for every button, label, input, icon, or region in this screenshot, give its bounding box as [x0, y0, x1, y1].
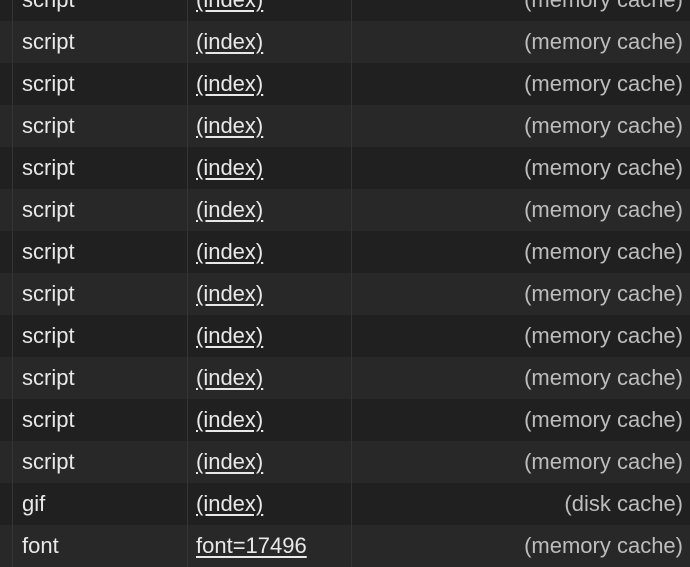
row-gutter	[0, 483, 13, 525]
initiator-cell: (index)	[188, 189, 352, 231]
type-cell: script	[13, 105, 188, 147]
row-gutter	[0, 357, 13, 399]
initiator-cell: font=17496	[188, 525, 352, 567]
table-row[interactable]: script (index) (memory cache)	[0, 147, 690, 189]
table-row[interactable]: script (index) (memory cache)	[0, 21, 690, 63]
initiator-link[interactable]: (index)	[196, 281, 263, 306]
row-gutter	[0, 231, 13, 273]
size-cell: (memory cache)	[524, 155, 683, 180]
initiator-cell: (index)	[188, 105, 352, 147]
initiator-cell: (index)	[188, 357, 352, 399]
initiator-link[interactable]: (index)	[196, 365, 263, 390]
type-cell: script	[13, 231, 188, 273]
initiator-link[interactable]: (index)	[196, 323, 263, 348]
initiator-cell: (index)	[188, 231, 352, 273]
table-row[interactable]: script (index) (memory cache)	[0, 441, 690, 483]
row-gutter	[0, 315, 13, 357]
table-row[interactable]: script (index) (memory cache)	[0, 0, 690, 21]
size-cell: (memory cache)	[352, 0, 690, 21]
type-cell: script	[13, 399, 188, 441]
size-cell: (memory cache)	[524, 449, 683, 474]
table-row[interactable]: script (index) (memory cache)	[0, 231, 690, 273]
size-cell: (memory cache)	[524, 533, 683, 558]
initiator-cell: (index)	[188, 63, 352, 105]
initiator-link[interactable]: (index)	[196, 113, 263, 138]
table-row[interactable]: script (index) (memory cache)	[0, 399, 690, 441]
initiator-cell: (index)	[188, 21, 352, 63]
initiator-link[interactable]: (index)	[196, 71, 263, 96]
row-gutter	[0, 105, 13, 147]
table-row[interactable]: script (index) (memory cache)	[0, 105, 690, 147]
table-row[interactable]: script (index) (memory cache)	[0, 63, 690, 105]
size-cell: (disk cache)	[564, 491, 683, 516]
table-row[interactable]: script (index) (memory cache)	[0, 357, 690, 399]
type-cell: script	[13, 273, 188, 315]
initiator-link[interactable]: (index)	[196, 407, 263, 432]
size-cell: (memory cache)	[524, 407, 683, 432]
network-requests-table: script (index) (memory cache) script (in…	[0, 0, 690, 567]
initiator-link[interactable]: (index)	[196, 0, 263, 12]
size-cell: (memory cache)	[524, 29, 683, 54]
initiator-link[interactable]: (index)	[196, 155, 263, 180]
type-cell: script	[13, 357, 188, 399]
row-gutter	[0, 0, 13, 21]
initiator-cell: (index)	[188, 483, 352, 525]
type-cell: font	[13, 525, 188, 567]
row-gutter	[0, 21, 13, 63]
size-cell: (memory cache)	[524, 197, 683, 222]
initiator-link[interactable]: (index)	[196, 491, 263, 516]
initiator-cell: (index)	[188, 441, 352, 483]
type-cell: script	[13, 189, 188, 231]
type-cell: script	[13, 63, 188, 105]
row-gutter	[0, 399, 13, 441]
size-cell: (memory cache)	[524, 323, 683, 348]
size-cell: (memory cache)	[524, 239, 683, 264]
table-row[interactable]: font font=17496 (memory cache)	[0, 525, 690, 567]
row-gutter	[0, 273, 13, 315]
initiator-cell: (index)	[188, 0, 352, 21]
type-cell: script	[13, 0, 188, 21]
initiator-link[interactable]: (index)	[196, 29, 263, 54]
row-gutter	[0, 63, 13, 105]
initiator-cell: (index)	[188, 315, 352, 357]
type-cell: script	[13, 441, 188, 483]
table-row[interactable]: script (index) (memory cache)	[0, 315, 690, 357]
row-gutter	[0, 147, 13, 189]
type-cell: script	[13, 315, 188, 357]
type-cell: script	[13, 21, 188, 63]
initiator-link[interactable]: (index)	[196, 197, 263, 222]
size-cell: (memory cache)	[524, 365, 683, 390]
size-cell: (memory cache)	[524, 71, 683, 96]
table-row[interactable]: gif (index) (disk cache)	[0, 483, 690, 525]
initiator-link[interactable]: (index)	[196, 239, 263, 264]
initiator-link[interactable]: font=17496	[196, 533, 307, 558]
type-cell: gif	[13, 483, 188, 525]
row-gutter	[0, 525, 13, 567]
table-row[interactable]: script (index) (memory cache)	[0, 189, 690, 231]
table-row[interactable]: script (index) (memory cache)	[0, 273, 690, 315]
size-cell: (memory cache)	[524, 113, 683, 138]
type-cell: script	[13, 147, 188, 189]
row-gutter	[0, 189, 13, 231]
size-cell: (memory cache)	[524, 281, 683, 306]
initiator-cell: (index)	[188, 147, 352, 189]
initiator-cell: (index)	[188, 399, 352, 441]
initiator-cell: (index)	[188, 273, 352, 315]
initiator-link[interactable]: (index)	[196, 449, 263, 474]
row-gutter	[0, 441, 13, 483]
